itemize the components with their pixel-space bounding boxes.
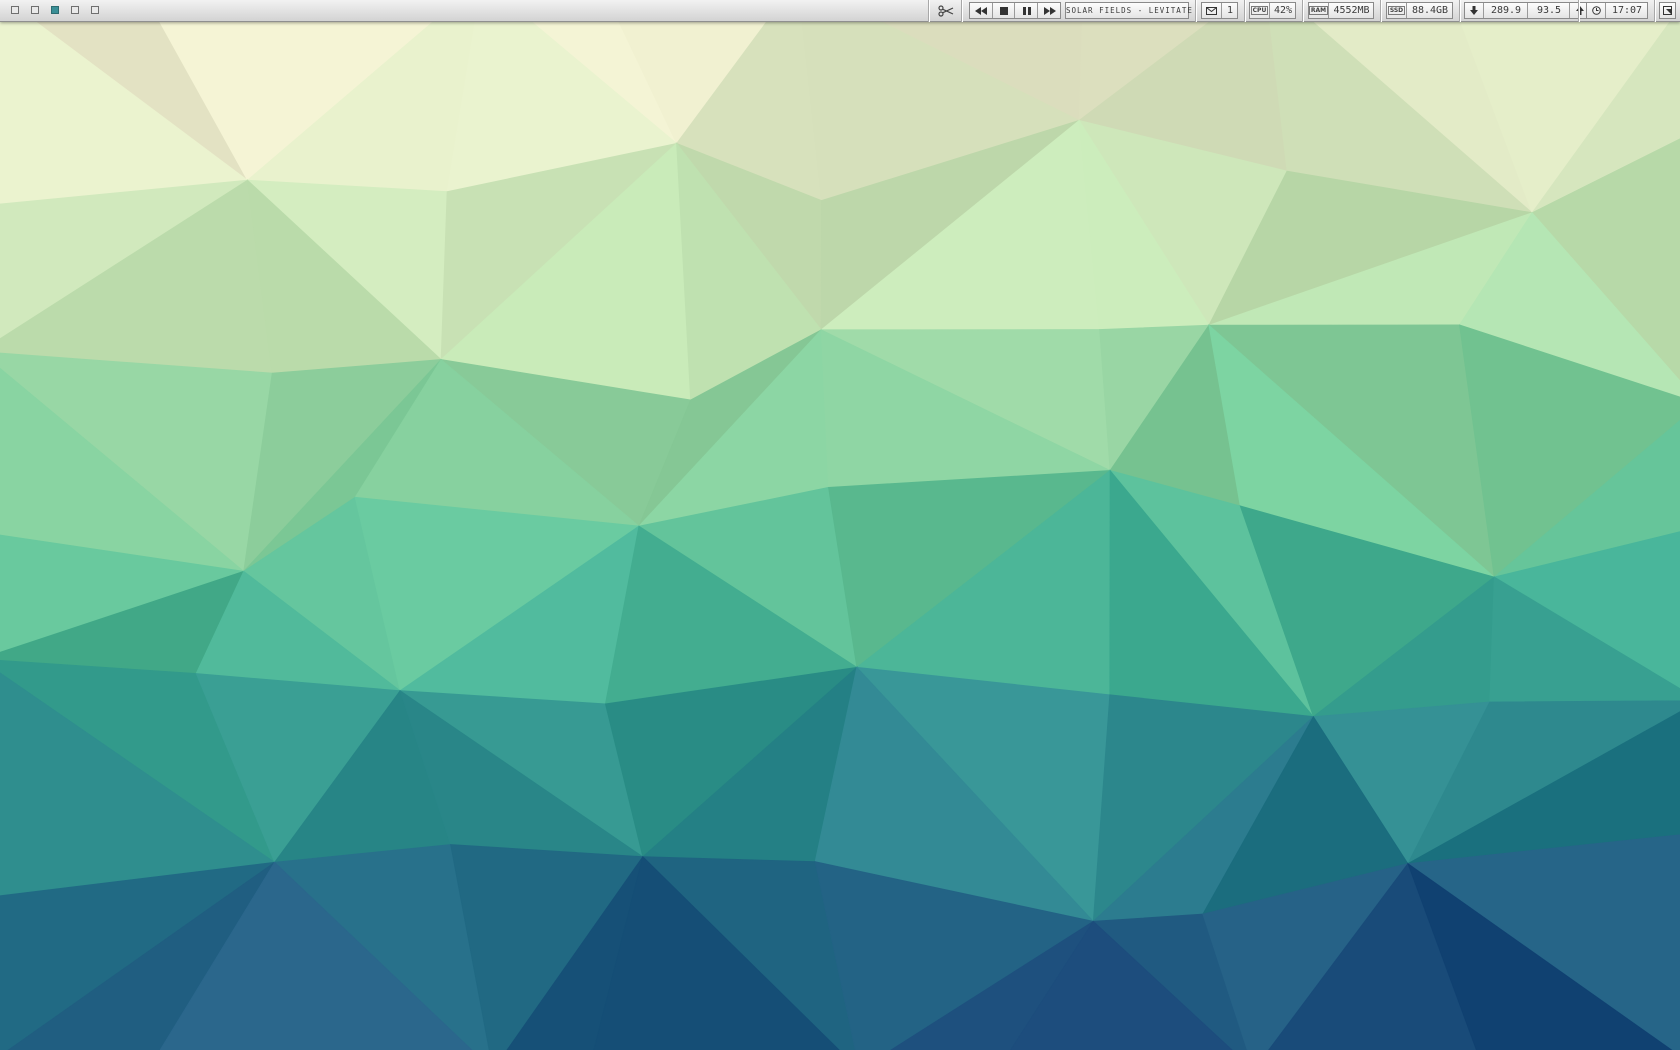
stop-icon[interactable] xyxy=(992,3,1015,18)
panel-separator xyxy=(928,0,929,22)
scissors-icon[interactable] xyxy=(938,4,954,18)
download-rate: 289.9 xyxy=(1483,3,1528,18)
mail-widget[interactable]: 1 xyxy=(1201,2,1238,19)
workspace-4-button[interactable] xyxy=(71,6,79,14)
ram-tag: RAM xyxy=(1308,6,1329,15)
workspace-3-button[interactable] xyxy=(51,6,59,14)
arrow-down-icon xyxy=(1465,3,1483,18)
now-playing-text: SOLAR FIELDS - LEVITATE xyxy=(1066,6,1193,15)
cpu-tag: CPU xyxy=(1250,6,1269,15)
clock-time: 17:07 xyxy=(1605,3,1648,18)
panel-separator xyxy=(1195,0,1196,22)
network-widget: 289.9 93.5 xyxy=(1464,2,1590,19)
panel-separator xyxy=(1244,0,1245,22)
fast-forward-icon[interactable] xyxy=(1037,3,1061,18)
panel-separator xyxy=(1654,0,1655,22)
top-panel: SOLAR FIELDS - LEVITATE 1 CPU 42% RAM 45… xyxy=(0,0,1680,22)
pause-icon[interactable] xyxy=(1014,3,1038,18)
rewind-icon[interactable] xyxy=(970,3,992,18)
cpu-widget: CPU 42% xyxy=(1249,2,1296,19)
panel-separator xyxy=(1302,0,1303,22)
cpu-value: 42% xyxy=(1269,3,1296,18)
clock-widget[interactable]: 17:07 xyxy=(1586,2,1648,19)
ssd-tag: SSD xyxy=(1387,6,1406,15)
panel-separator xyxy=(1578,0,1579,22)
ssd-widget: SSD 88.4GB xyxy=(1386,2,1453,19)
panel-separator xyxy=(1380,0,1381,22)
workspace-5-button[interactable] xyxy=(91,6,99,14)
clock-icon xyxy=(1587,3,1605,18)
envelope-icon xyxy=(1202,3,1221,18)
upload-rate: 93.5 xyxy=(1527,3,1570,18)
media-controls xyxy=(969,2,1061,19)
mail-count: 1 xyxy=(1221,3,1238,18)
panel-separator xyxy=(961,0,962,22)
ram-value: 4552MB xyxy=(1328,3,1374,18)
panel-separator xyxy=(1459,0,1460,22)
workspace-1-button[interactable] xyxy=(11,6,19,14)
now-playing-label[interactable]: SOLAR FIELDS - LEVITATE xyxy=(1065,2,1192,19)
ssd-value: 88.4GB xyxy=(1406,3,1453,18)
ram-widget: RAM 4552MB xyxy=(1308,2,1374,19)
workspace-2-button[interactable] xyxy=(31,6,39,14)
desktop-wallpaper xyxy=(0,0,1680,1050)
corner-menu-icon[interactable] xyxy=(1659,2,1676,19)
